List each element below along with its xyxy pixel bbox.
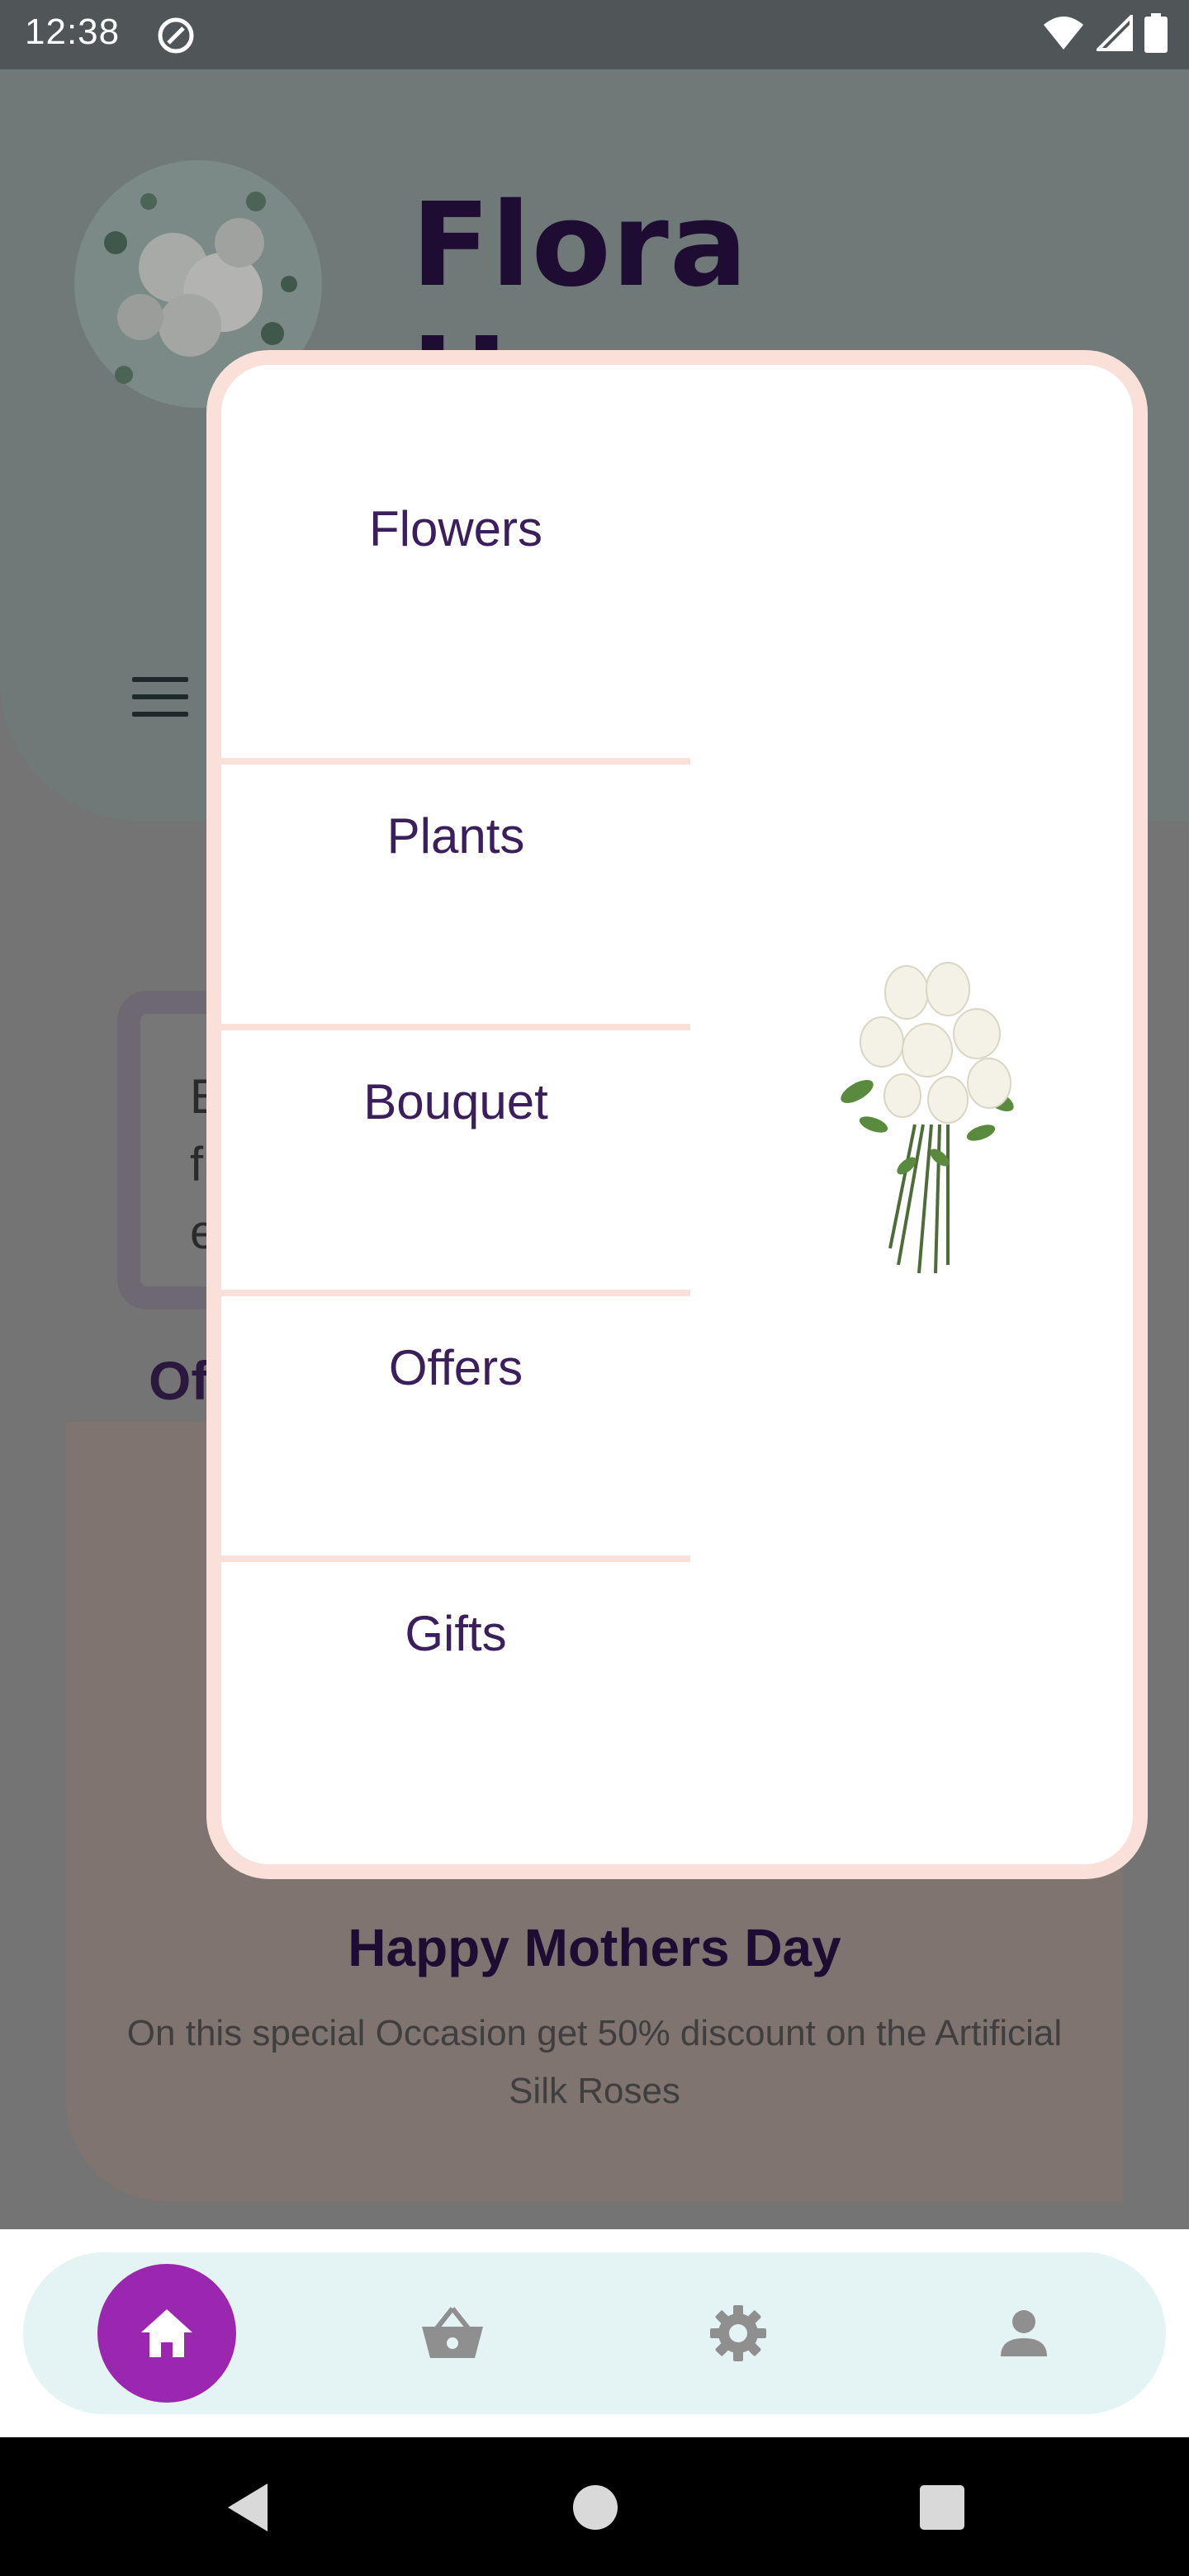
offers-heading: Of — [149, 1350, 210, 1411]
battery-icon — [1144, 13, 1168, 53]
basket-icon — [422, 2307, 483, 2358]
hamburger-menu-icon[interactable] — [132, 677, 188, 722]
home-circle-icon[interactable] — [566, 2479, 624, 2536]
menu-item-label: Flowers — [368, 501, 543, 556]
menu-item-label: Offers — [388, 1340, 523, 1395]
menu-item-label: Plants — [386, 808, 525, 864]
recents-icon[interactable] — [913, 2479, 971, 2536]
bottom-nav-area — [0, 2229, 1189, 2437]
offer-description: On this special Occasion get 50% discoun… — [126, 2013, 1063, 2111]
nav-home-button[interactable] — [97, 2264, 236, 2403]
status-icons — [1042, 13, 1168, 53]
menu-item-gifts[interactable]: Gifts — [221, 1562, 690, 1828]
nav-settings-button[interactable] — [669, 2264, 808, 2403]
back-icon[interactable] — [220, 2479, 277, 2536]
white-roses-bouquet-image — [841, 962, 1014, 1274]
nav-basket-button[interactable] — [383, 2264, 522, 2403]
bottom-nav — [23, 2252, 1166, 2414]
app-notification-icon — [158, 17, 194, 54]
menu-item-plants[interactable]: Plants — [221, 765, 690, 1030]
status-bar: 12:38 — [0, 0, 1189, 69]
system-nav-bar — [0, 2437, 1189, 2576]
category-menu-modal: Flowers Plants Bouquet Offers Gifts — [206, 350, 1148, 1879]
home-icon — [141, 2309, 192, 2357]
menu-item-bouquet[interactable]: Bouquet — [221, 1030, 690, 1296]
status-time: 12:38 — [25, 12, 121, 52]
menu-item-flowers[interactable]: Flowers — [221, 365, 690, 765]
wifi-icon — [1044, 17, 1083, 50]
profile-icon — [1001, 2310, 1047, 2356]
menu-item-label: Gifts — [405, 1606, 507, 1661]
menu-item-label: Bouquet — [363, 1074, 548, 1129]
nav-profile-button[interactable] — [955, 2264, 1093, 2403]
offer-title: Happy Mothers Day — [348, 1918, 841, 1977]
settings-icon — [710, 2305, 766, 2361]
category-menu-list: Flowers Plants Bouquet Offers Gifts — [221, 365, 690, 1828]
signal-icon — [1097, 15, 1133, 51]
menu-item-offers[interactable]: Offers — [221, 1296, 690, 1562]
